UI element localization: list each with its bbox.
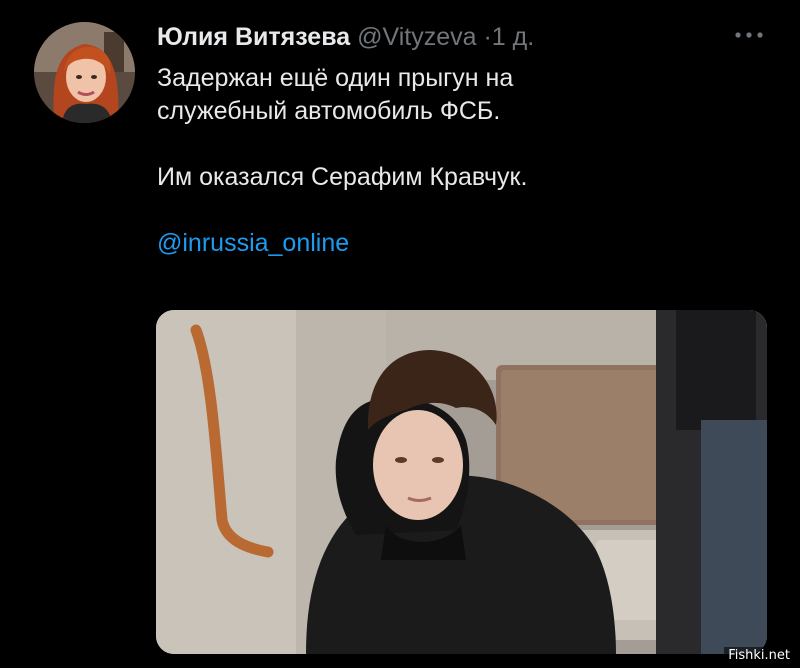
tweet-text: Задержан ещё один прыгун на служебный ав… (157, 62, 757, 260)
header-separator: · (483, 23, 492, 51)
author-avatar[interactable] (34, 22, 135, 123)
photo-image (156, 310, 767, 654)
tweet-text-line: Им оказался Серафим Кравчук. (157, 163, 528, 191)
tweet-header: Юлия Витязева @Vityzeva ·1 д. (157, 22, 534, 52)
tweet-photo[interactable] (156, 310, 767, 654)
mention-link[interactable]: @inrussia_online (157, 229, 349, 257)
avatar-image (34, 22, 135, 123)
tweet: Юлия Витязева @Vityzeva ·1 д. Задержан е… (0, 0, 800, 668)
watermark: Fishki.net (724, 647, 794, 664)
tweet-time[interactable]: 1 д. (492, 23, 534, 51)
tweet-text-line: служебный автомобиль ФСБ. (157, 97, 501, 125)
more-horizontal-icon (735, 32, 763, 38)
author-handle[interactable]: @Vityzeva (357, 23, 476, 51)
more-options-button[interactable] (733, 22, 765, 48)
tweet-text-line: Задержан ещё один прыгун на (157, 64, 514, 92)
author-name[interactable]: Юлия Витязева (157, 23, 350, 51)
